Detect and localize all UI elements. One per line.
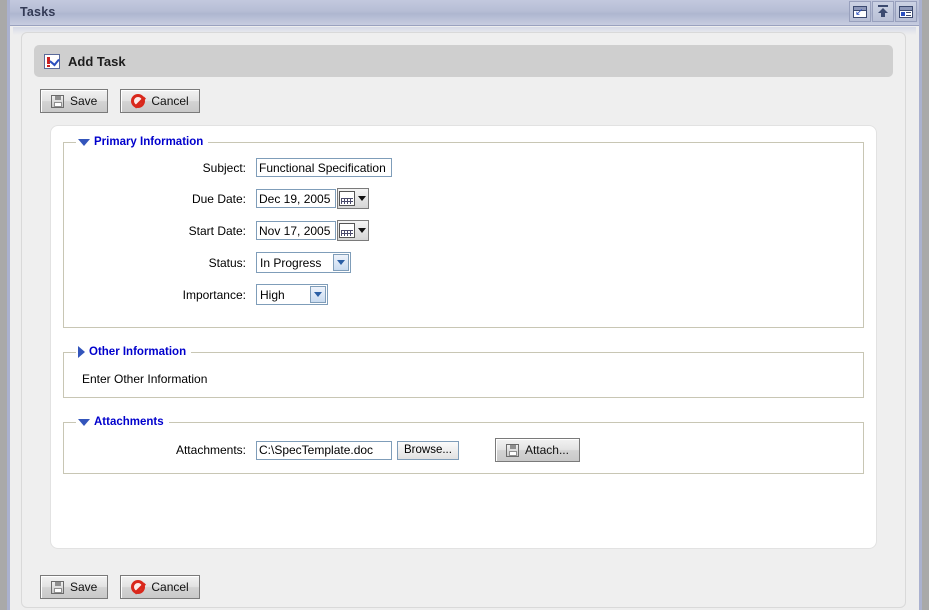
status-label: Status: bbox=[208, 255, 246, 270]
subject-input[interactable] bbox=[256, 158, 392, 177]
top-toolbar: Save Cancel bbox=[22, 77, 905, 113]
importance-label: Importance: bbox=[182, 287, 246, 302]
chevron-down-icon bbox=[358, 228, 366, 233]
group-attachments-label: Attachments bbox=[94, 416, 164, 428]
start-date-picker-button[interactable] bbox=[337, 220, 369, 241]
status-select[interactable]: In Progress bbox=[256, 252, 351, 273]
row-status: Status: In Progress bbox=[76, 252, 851, 273]
row-start-date: Start Date: bbox=[76, 220, 851, 241]
group-primary-information-legend[interactable]: Primary Information bbox=[76, 136, 208, 148]
cancel-button-label: Cancel bbox=[151, 580, 189, 594]
due-date-picker-button[interactable] bbox=[337, 188, 369, 209]
status-value: In Progress bbox=[260, 255, 322, 270]
chevron-down-icon[interactable] bbox=[310, 286, 326, 303]
save-button-top[interactable]: Save bbox=[40, 89, 109, 113]
no-entry-icon bbox=[131, 94, 146, 108]
details-list-icon bbox=[899, 5, 913, 18]
chevron-down-icon[interactable] bbox=[78, 418, 90, 426]
cancel-button-top[interactable]: Cancel bbox=[120, 89, 200, 113]
start-date-control bbox=[256, 220, 369, 241]
no-entry-icon bbox=[131, 580, 146, 594]
group-attachments: Attachments Attachments: Browse... Attac… bbox=[63, 416, 864, 474]
other-information-text: Enter Other Information bbox=[82, 372, 208, 386]
cancel-button-bottom[interactable]: Cancel bbox=[120, 575, 200, 599]
chevron-down-icon bbox=[358, 196, 366, 201]
move-up-button[interactable] bbox=[872, 1, 894, 22]
attachment-path-input[interactable] bbox=[256, 440, 392, 460]
chevron-down-icon[interactable] bbox=[333, 254, 349, 271]
save-button-label: Save bbox=[70, 94, 98, 108]
title-bar: Tasks bbox=[10, 0, 919, 26]
calendar-icon bbox=[339, 191, 355, 206]
save-button-bottom[interactable]: Save bbox=[40, 575, 109, 599]
floppy-disk-icon bbox=[51, 580, 64, 594]
bottom-toolbar: Save Cancel bbox=[22, 567, 200, 599]
floppy-disk-icon bbox=[51, 94, 64, 108]
restore-window-button[interactable] bbox=[849, 1, 871, 22]
due-date-label: Due Date: bbox=[191, 191, 246, 206]
form-panel: Primary Information Subject: Due Date: bbox=[50, 125, 877, 549]
group-primary-information: Primary Information Subject: Due Date: bbox=[63, 136, 864, 328]
group-other-information-label: Other Information bbox=[89, 346, 187, 358]
attachments-label: Attachments: bbox=[175, 443, 246, 457]
cancel-button-label: Cancel bbox=[151, 94, 189, 108]
start-date-label: Start Date: bbox=[188, 223, 246, 238]
due-date-input[interactable] bbox=[256, 189, 336, 208]
chevron-right-icon[interactable] bbox=[78, 346, 85, 358]
subject-label: Subject: bbox=[202, 160, 246, 175]
page-body: Add Task Save Cancel Primary Information… bbox=[13, 27, 916, 610]
task-icon bbox=[44, 53, 60, 69]
page-title-bar: Add Task bbox=[34, 45, 893, 77]
group-other-information-legend[interactable]: Other Information bbox=[76, 346, 191, 358]
row-attachments: Attachments: Browse... Attach... bbox=[76, 438, 851, 462]
window-title: Tasks bbox=[20, 5, 56, 19]
group-primary-information-label: Primary Information bbox=[94, 136, 204, 148]
title-bar-buttons bbox=[849, 1, 917, 22]
page-title: Add Task bbox=[68, 53, 126, 69]
importance-select[interactable]: High bbox=[256, 284, 328, 305]
start-date-input[interactable] bbox=[256, 221, 336, 240]
content-panel: Add Task Save Cancel Primary Information… bbox=[21, 32, 906, 608]
calendar-icon bbox=[339, 223, 355, 238]
tasks-window: Tasks ↙ Add Task Save Cancel Primary Inf… bbox=[0, 0, 929, 610]
browse-button[interactable]: Browse... bbox=[397, 440, 459, 460]
window-inner-frame: Tasks ↙ Add Task Save Cancel Primary Inf… bbox=[7, 0, 922, 610]
row-due-date: Due Date: bbox=[76, 188, 851, 209]
due-date-control bbox=[256, 188, 369, 209]
save-button-label: Save bbox=[70, 580, 98, 594]
details-view-button[interactable] bbox=[895, 1, 917, 22]
restore-icon bbox=[853, 5, 867, 18]
row-importance: Importance: High bbox=[76, 284, 851, 305]
attach-button[interactable]: Attach... bbox=[494, 438, 580, 462]
attach-button-label: Attach... bbox=[524, 443, 569, 457]
arrow-up-icon bbox=[876, 4, 890, 19]
importance-value: High bbox=[260, 287, 285, 302]
row-subject: Subject: bbox=[76, 158, 851, 177]
group-attachments-legend[interactable]: Attachments bbox=[76, 416, 169, 428]
group-other-information: Other Information Enter Other Informatio… bbox=[63, 346, 864, 398]
floppy-disk-icon bbox=[505, 443, 519, 457]
chevron-down-icon[interactable] bbox=[78, 138, 90, 146]
